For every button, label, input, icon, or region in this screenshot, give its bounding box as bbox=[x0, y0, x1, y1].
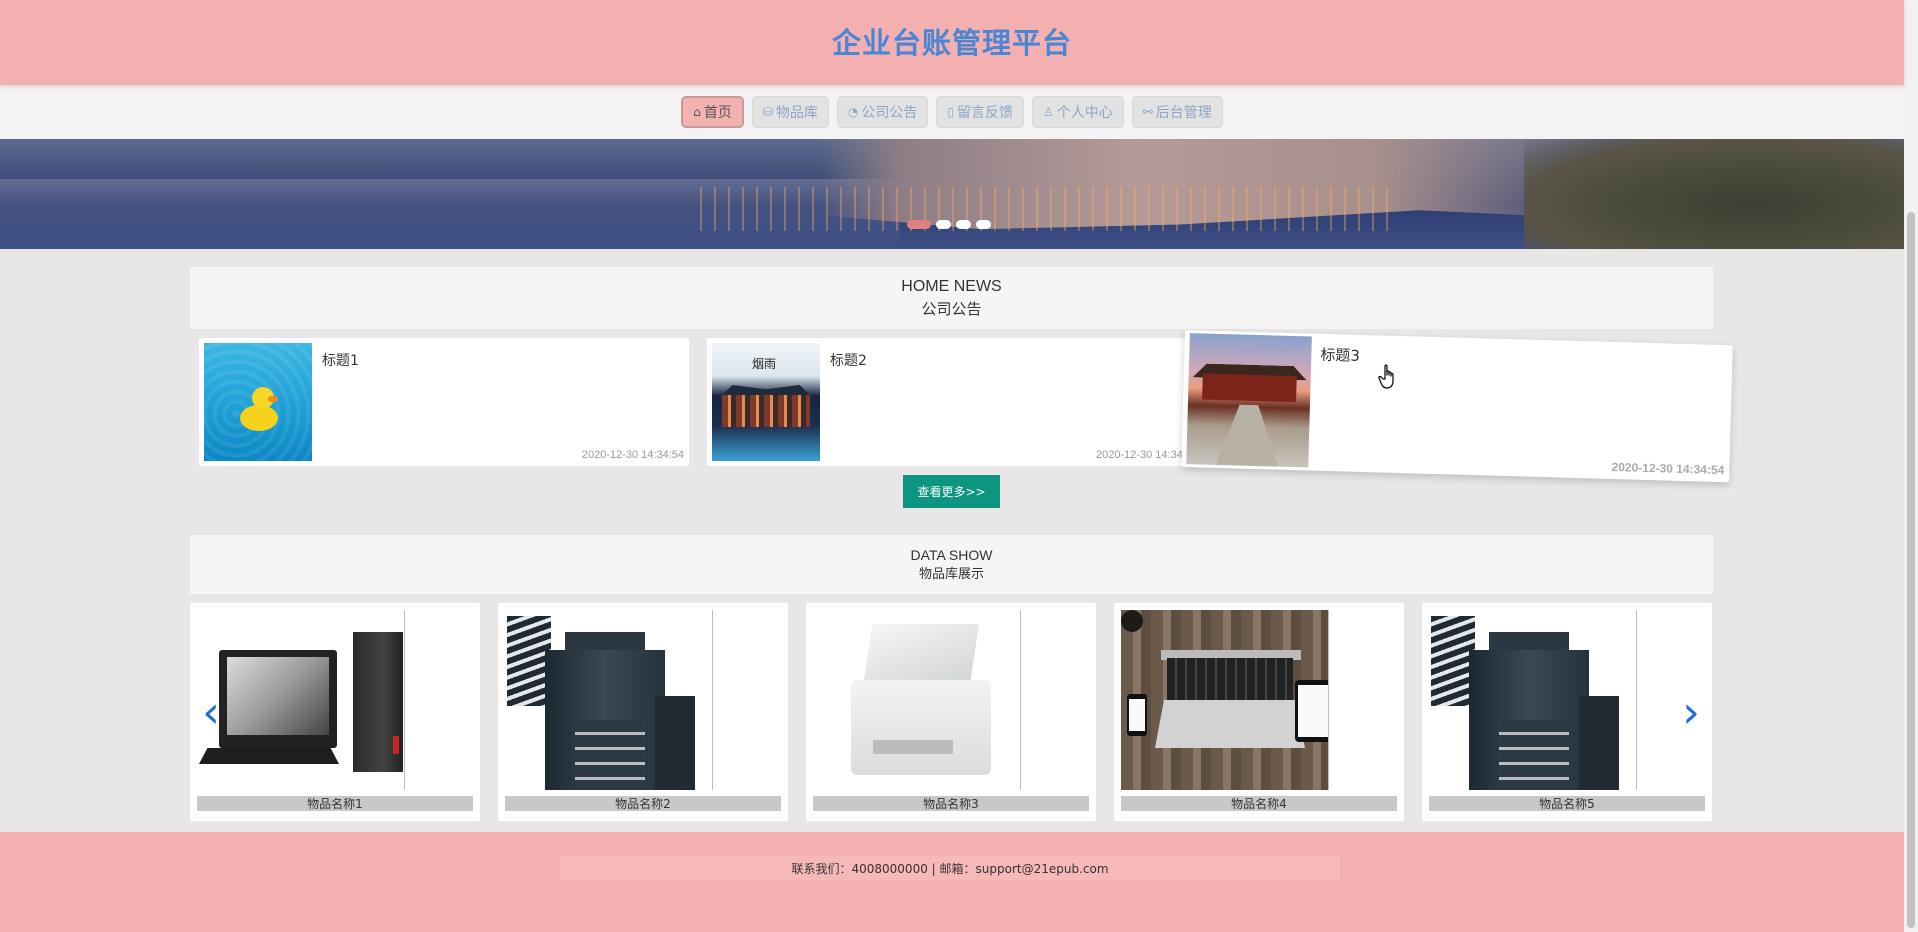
product-card[interactable]: 物品名称2 bbox=[498, 603, 788, 821]
hand-cursor-icon bbox=[1378, 364, 1394, 389]
main-nav: ⌂ 首页 ⛁ 物品库 ◔ 公司公告 ▯ 留言反馈 ♙ 个人中心 ⚯ 后台管理 bbox=[0, 85, 1904, 139]
news-thumbnail bbox=[204, 343, 312, 461]
site-header: 企业台账管理平台 bbox=[0, 0, 1904, 85]
user-icon: ♙ bbox=[1042, 105, 1054, 119]
home-icon: ⌂ bbox=[693, 105, 701, 119]
banner-image-trees bbox=[1524, 139, 1904, 249]
product-image-computer bbox=[197, 610, 405, 790]
page-scrollbar-thumb[interactable] bbox=[1907, 212, 1915, 928]
banner-dot-1[interactable] bbox=[907, 220, 931, 229]
database-icon: ⛁ bbox=[762, 105, 773, 119]
nav-item-profile[interactable]: ♙ 个人中心 bbox=[1031, 96, 1124, 128]
news-heading-cn: 公司公告 bbox=[921, 300, 982, 318]
nav-item-feedback[interactable]: ▯ 留言反馈 bbox=[936, 96, 1024, 128]
product-image-scanner bbox=[813, 610, 1021, 790]
nav-item-label: 物品库 bbox=[775, 105, 818, 121]
news-title[interactable]: 标题2 bbox=[830, 350, 867, 370]
product-image-copier bbox=[1429, 610, 1637, 790]
news-section-header: HOME NEWS 公司公告 bbox=[190, 267, 1713, 329]
product-name: 物品名称3 bbox=[813, 796, 1089, 811]
carousel-next-arrow-icon[interactable]: › bbox=[1676, 690, 1706, 736]
site-title: 企业台账管理平台 bbox=[831, 25, 1072, 60]
news-card-hovered[interactable]: 标题3 2020-12-30 14:34:54 bbox=[1181, 330, 1733, 483]
product-name: 物品名称1 bbox=[197, 796, 473, 811]
news-heading-en: HOME NEWS bbox=[901, 278, 1002, 295]
nav-item-label: 首页 bbox=[703, 105, 732, 121]
note-icon: ▯ bbox=[947, 105, 954, 119]
news-date: 2020-12-30 14:34:54 bbox=[1611, 459, 1725, 478]
banner-carousel[interactable] bbox=[0, 139, 1904, 249]
nav-item-home[interactable]: ⌂ 首页 bbox=[681, 96, 744, 128]
nav-item-label: 公司公告 bbox=[861, 105, 918, 121]
nav-item-label: 留言反馈 bbox=[956, 105, 1013, 121]
footer-contact: 联系我们：4008000000 | 邮箱：support@21epub.com bbox=[560, 856, 1340, 880]
banner-dot-2[interactable] bbox=[936, 220, 951, 229]
product-card[interactable]: 物品名称3 bbox=[806, 603, 1096, 821]
news-date: 2020-12-30 14:34:5 bbox=[1095, 449, 1192, 461]
nav-item-admin[interactable]: ⚯ 后台管理 bbox=[1131, 96, 1223, 128]
link-icon: ⚯ bbox=[1142, 105, 1153, 119]
product-image-laptop bbox=[1121, 610, 1329, 790]
banner-dot-4[interactable] bbox=[976, 220, 991, 229]
site-footer: 联系我们：4008000000 | 邮箱：support@21epub.com bbox=[0, 832, 1904, 932]
carousel-prev-arrow-icon[interactable]: ‹ bbox=[196, 690, 226, 736]
product-card[interactable]: 物品名称5 bbox=[1422, 603, 1712, 821]
nav-item-announcements[interactable]: ◔ 公司公告 bbox=[836, 96, 929, 128]
news-thumbnail bbox=[1186, 333, 1312, 468]
product-image-copier bbox=[505, 610, 713, 790]
products-heading-cn: 物品库展示 bbox=[918, 566, 984, 582]
products-heading-en: DATA SHOW bbox=[910, 546, 993, 563]
product-name: 物品名称5 bbox=[1429, 796, 1705, 811]
product-name: 物品名称4 bbox=[1121, 796, 1397, 811]
products-section-header: DATA SHOW 物品库展示 bbox=[190, 535, 1713, 594]
news-card[interactable]: 烟雨 标题2 2020-12-30 14:34:5 bbox=[707, 338, 1197, 466]
news-title[interactable]: 标题1 bbox=[322, 350, 359, 370]
view-more-button[interactable]: 查看更多>> bbox=[903, 475, 1000, 508]
news-card[interactable]: 标题1 2020-12-30 14:34:54 bbox=[199, 338, 689, 466]
product-card[interactable]: 物品名称1 bbox=[190, 603, 480, 821]
banner-image-lights bbox=[700, 187, 1400, 231]
nav-item-items-library[interactable]: ⛁ 物品库 bbox=[751, 96, 829, 128]
banner-indicators bbox=[907, 220, 991, 229]
news-thumbnail: 烟雨 bbox=[712, 343, 820, 461]
news-date: 2020-12-30 14:34:54 bbox=[581, 449, 684, 461]
product-name: 物品名称2 bbox=[505, 796, 781, 811]
palette-icon: ◔ bbox=[847, 105, 859, 119]
nav-item-label: 个人中心 bbox=[1056, 105, 1113, 121]
news-title[interactable]: 标题3 bbox=[1320, 344, 1360, 366]
product-card[interactable]: 物品名称4 bbox=[1114, 603, 1404, 821]
banner-dot-3[interactable] bbox=[956, 220, 971, 229]
nav-item-label: 后台管理 bbox=[1155, 105, 1212, 121]
